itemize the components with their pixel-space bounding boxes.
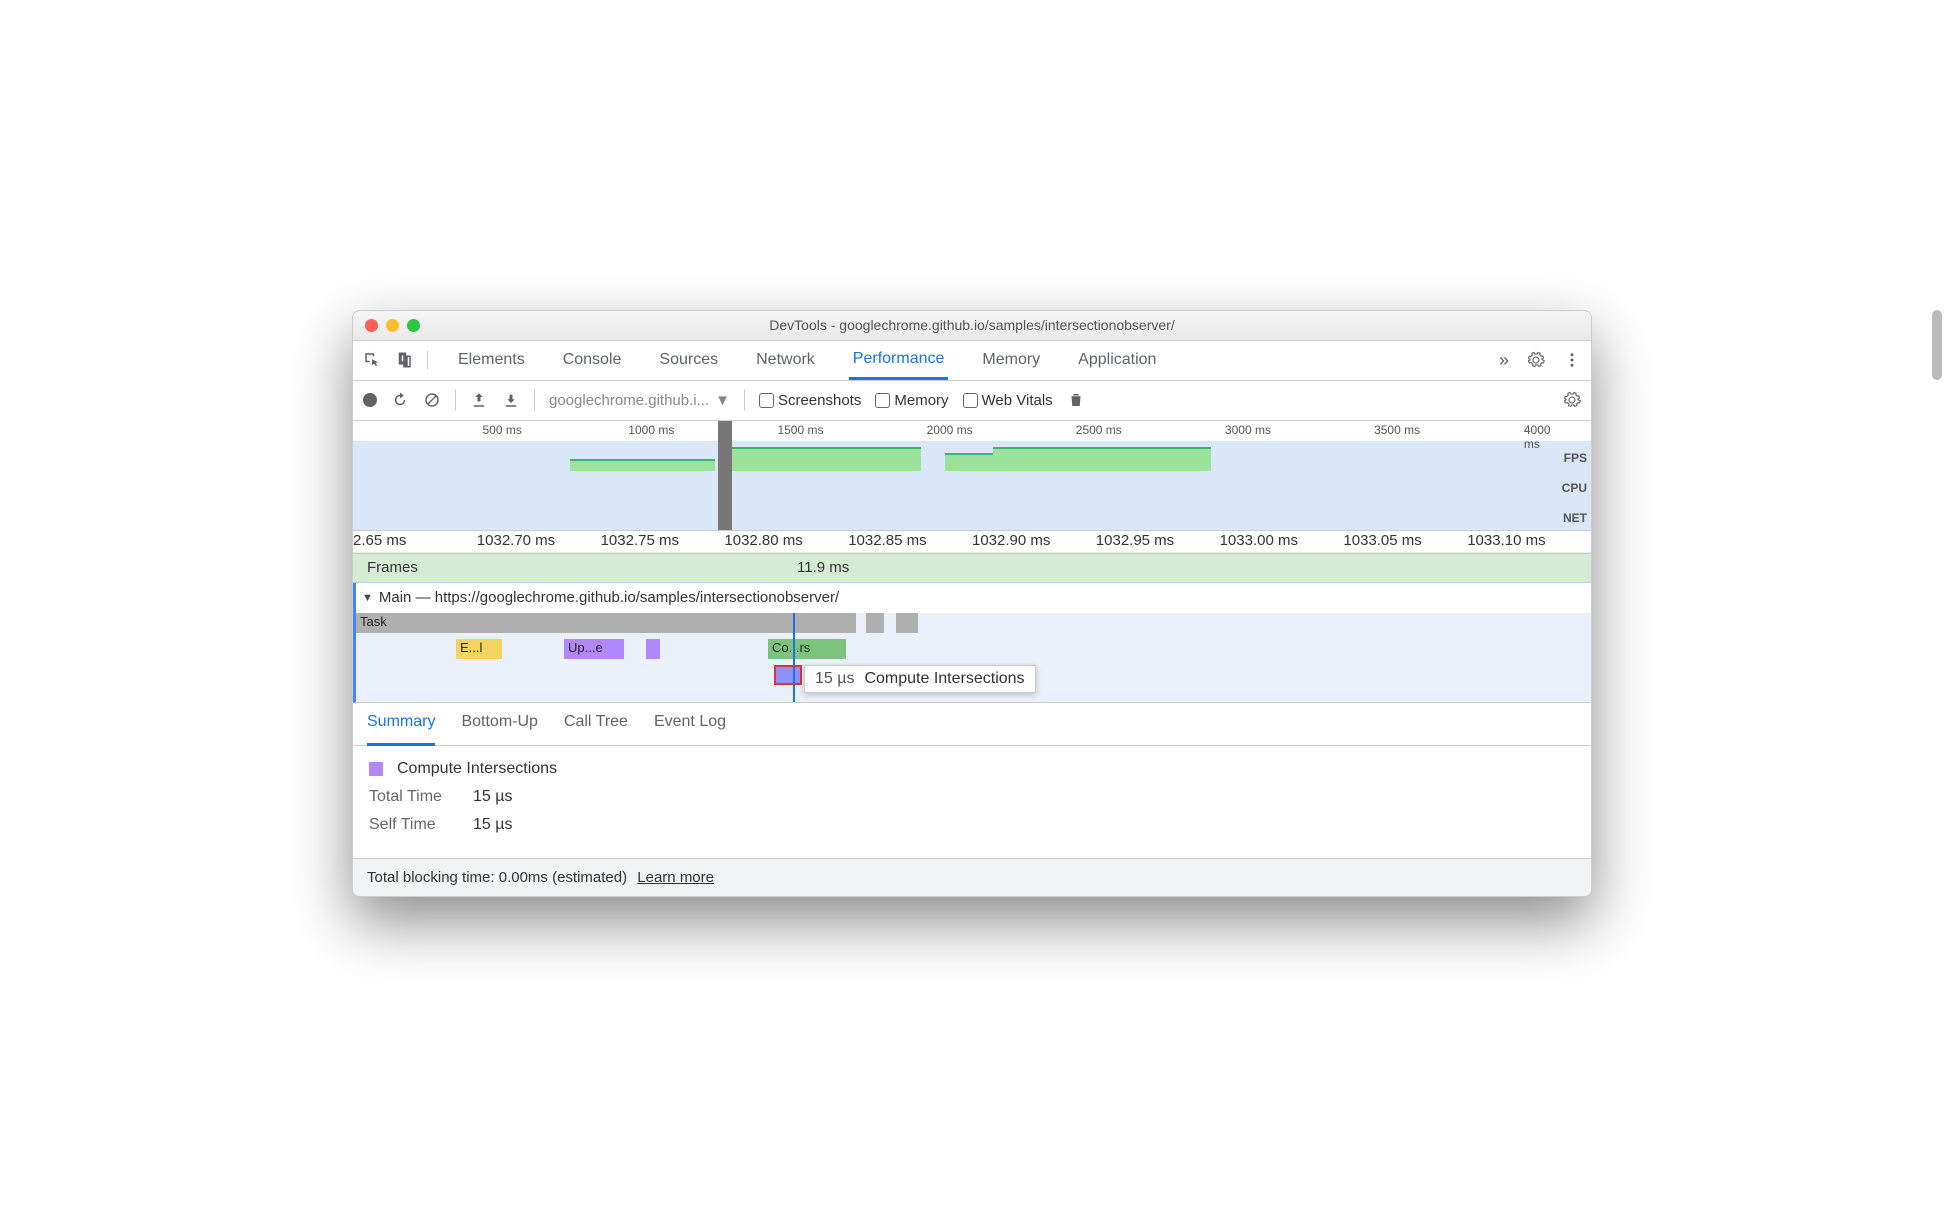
task-bar[interactable]: Task: [356, 613, 856, 633]
tab-application[interactable]: Application: [1074, 340, 1160, 380]
trash-icon[interactable]: [1067, 391, 1085, 409]
fps-lane: [353, 441, 1561, 471]
total-time-value: 15 µs: [473, 788, 512, 806]
screenshots-check[interactable]: Screenshots: [759, 392, 861, 409]
tab-elements[interactable]: Elements: [454, 340, 529, 380]
self-time-value: 15 µs: [473, 816, 512, 834]
disclosure-triangle-icon[interactable]: ▼: [362, 592, 373, 604]
devtools-window: DevTools - googlechrome.github.io/sample…: [352, 310, 1592, 897]
ruler-mark: 2000 ms: [927, 423, 973, 437]
details-tab-summary[interactable]: Summary: [367, 713, 435, 746]
ruler-mark: 3500 ms: [1374, 423, 1420, 437]
update-bar[interactable]: Up...e: [564, 639, 624, 659]
device-icon[interactable]: [395, 351, 413, 369]
compute-intersections-bar[interactable]: [774, 665, 802, 685]
performance-toolbar: googlechrome.github.i... ▼ Screenshots M…: [353, 381, 1591, 421]
more-tabs[interactable]: »: [1499, 350, 1509, 371]
cpu-label: CPU: [1562, 473, 1587, 503]
details-tab-event-log[interactable]: Event Log: [654, 713, 726, 739]
devtools-tabbar: Elements Console Sources Network Performance…: [353, 341, 1591, 381]
titlebar[interactable]: DevTools - googlechrome.github.io/sample…: [353, 311, 1591, 341]
details-tab-call-tree[interactable]: Call Tree: [564, 713, 628, 739]
detail-ruler-mark: 2.65 ms: [353, 532, 406, 549]
flame-chart[interactable]: Task E...l Up...e Co...rs 15 µs Compute …: [353, 613, 1591, 703]
detail-ruler[interactable]: 2.65 ms 1032.70 ms 1032.75 ms 1032.80 ms 103…: [353, 531, 1591, 553]
detail-ruler-mark: 1032.90 ms: [972, 532, 1050, 549]
detail-ruler-mark: 1032.80 ms: [724, 532, 802, 549]
detail-ruler-mark: 1033.00 ms: [1220, 532, 1298, 549]
download-icon[interactable]: [502, 391, 520, 409]
tab-sources[interactable]: Sources: [655, 340, 722, 380]
profile-url[interactable]: googlechrome.github.i... ▼: [549, 392, 730, 409]
composite-bar[interactable]: Co...rs: [768, 639, 846, 659]
time-cursor[interactable]: [793, 613, 795, 702]
color-swatch-icon: [369, 762, 383, 776]
ruler-mark: 2500 ms: [1076, 423, 1122, 437]
overview-panel[interactable]: 500 ms 1000 ms 1500 ms 2000 ms 2500 ms 3000 m…: [353, 421, 1591, 531]
details-tab-bottom-up[interactable]: Bottom-Up: [461, 713, 537, 739]
inspect-icon[interactable]: [363, 351, 381, 369]
tab-console[interactable]: Console: [559, 340, 626, 380]
tbt-text: Total blocking time: 0.00ms (estimated): [367, 869, 627, 886]
ruler-mark: 3000 ms: [1225, 423, 1271, 437]
viewport-handle[interactable]: [718, 421, 732, 530]
flame-tooltip: 15 µs Compute Intersections: [804, 665, 1036, 693]
clear-icon[interactable]: [423, 391, 441, 409]
gear-icon[interactable]: [1527, 351, 1545, 369]
window-title: DevTools - googlechrome.github.io/sample…: [353, 317, 1591, 333]
maximize-icon[interactable]: [407, 319, 420, 332]
detail-ruler-mark: 1033.05 ms: [1343, 532, 1421, 549]
detail-ruler-mark: 1032.75 ms: [601, 532, 679, 549]
detail-ruler-mark: 1032.95 ms: [1096, 532, 1174, 549]
tab-network[interactable]: Network: [752, 340, 819, 380]
ruler-mark: 1000 ms: [628, 423, 674, 437]
settings-gear-icon[interactable]: [1563, 391, 1581, 409]
tab-performance[interactable]: Performance: [849, 340, 949, 380]
kebab-icon[interactable]: [1563, 351, 1581, 369]
minimize-icon[interactable]: [386, 319, 399, 332]
task-bar[interactable]: [896, 613, 918, 633]
frames-row[interactable]: Frames 11.9 ms: [353, 553, 1591, 583]
webvitals-check[interactable]: Web Vitals: [963, 392, 1053, 409]
cpu-lane: [353, 471, 1561, 506]
ruler-mark: 1500 ms: [777, 423, 823, 437]
event-bar[interactable]: E...l: [456, 639, 502, 659]
main-thread-title: Main — https://googlechrome.github.io/sa…: [379, 589, 839, 606]
footer: Total blocking time: 0.00ms (estimated) …: [353, 858, 1591, 896]
frames-value: 11.9 ms: [797, 559, 849, 576]
self-time-label: Self Time: [369, 816, 459, 834]
detail-ruler-mark: 1032.70 ms: [477, 532, 555, 549]
update-bar[interactable]: [646, 639, 660, 659]
record-icon[interactable]: [363, 393, 377, 407]
tooltip-name: Compute Intersections: [864, 670, 1024, 688]
summary-event-name: Compute Intersections: [397, 760, 557, 778]
summary-panel: Compute Intersections Total Time 15 µs S…: [353, 746, 1591, 858]
ruler-mark: 500 ms: [482, 423, 521, 437]
fps-label: FPS: [1562, 443, 1587, 473]
task-bar[interactable]: [866, 613, 884, 633]
net-label: NET: [1562, 503, 1587, 533]
detail-ruler-mark: 1033.15: [1591, 532, 1592, 549]
upload-icon[interactable]: [470, 391, 488, 409]
traffic-lights: [353, 319, 420, 332]
reload-icon[interactable]: [391, 391, 409, 409]
memory-check[interactable]: Memory: [875, 392, 948, 409]
main-thread-header[interactable]: ▼ Main — https://googlechrome.github.io/…: [353, 583, 1591, 613]
total-time-label: Total Time: [369, 788, 459, 806]
detail-ruler-mark: 1032.85 ms: [848, 532, 926, 549]
close-icon[interactable]: [365, 319, 378, 332]
tab-memory[interactable]: Memory: [978, 340, 1044, 380]
details-tabs: Summary Bottom-Up Call Tree Event Log: [353, 703, 1591, 746]
overview-ruler: 500 ms 1000 ms 1500 ms 2000 ms 2500 ms 3000 m…: [353, 421, 1591, 441]
tooltip-duration: 15 µs: [815, 670, 854, 688]
frames-label: Frames: [367, 559, 797, 576]
learn-more-link[interactable]: Learn more: [637, 869, 714, 886]
detail-ruler-mark: 1033.10 ms: [1467, 532, 1545, 549]
net-lane: [353, 506, 1561, 526]
